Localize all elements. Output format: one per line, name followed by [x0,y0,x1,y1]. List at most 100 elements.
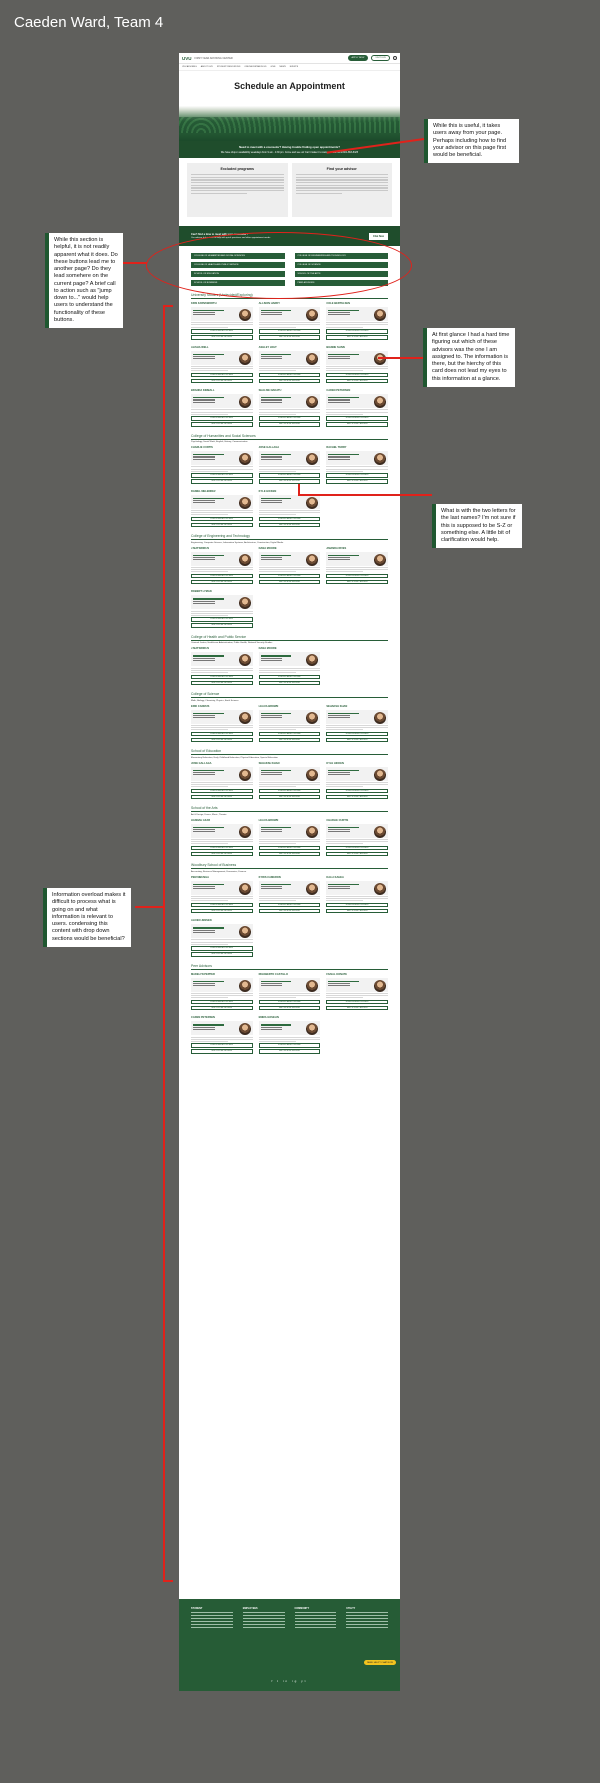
schedule-appointment-button[interactable]: SCHEDULE AN APPOINTMENT [326,416,388,421]
meet-with-me-button[interactable]: MEET WITH ME - ADVISING [191,851,253,857]
chat-now-button[interactable]: Chat Now [368,232,388,240]
meet-with-me-button[interactable]: MEET WITH ME - ADVISING [258,422,321,427]
visit-button[interactable]: VISIT UVU [371,55,390,61]
schedule-appointment-button[interactable]: SCHEDULE AN APPOINTMENT [326,845,388,851]
meet-with-me-button[interactable]: MEET WITH ME - ADVISING [326,908,388,914]
nav-item[interactable]: NEWS [280,66,286,68]
schedule-appointment-button[interactable]: SCHEDULE AN APPOINTMENT [191,902,253,908]
schedule-appointment-button[interactable]: SCHEDULE AN APPOINTMENT [258,674,321,679]
schedule-appointment-button[interactable]: SCHEDULE AN APPOINTMENT [326,902,388,908]
advisor-card: BRANDA KIMBALL SCHEDULE AN APPOINTMENT MEE… [191,389,253,427]
meet-with-me-button[interactable]: MEET WITH ME - ADVISING [326,422,388,427]
schedule-appointment-button[interactable]: SCHEDULE AN APPOINTMENT [258,999,321,1005]
nav-item[interactable]: GIVE [271,66,276,68]
meet-with-me-button[interactable]: MEET WITH ME - ADVISING [326,479,388,484]
schedule-appointment-button[interactable]: SCHEDULE AN APPOINTMENT [326,329,388,334]
schedule-appointment-button[interactable]: SCHEDULE AN APPOINTMENT [258,516,321,522]
excluded-programs-box: Excluded programs [187,163,288,217]
meet-with-me-button[interactable]: MEET WITH ME - ADVISING [191,680,253,685]
advisor-photo [238,979,251,992]
apply-button[interactable]: APPLY NOW [347,55,369,61]
advisor-photo [306,309,319,321]
schedule-appointment-button[interactable]: SCHEDULE AN APPOINTMENT [191,999,253,1005]
meet-with-me-button[interactable]: MEET WITH ME - ADVISING [191,378,253,384]
meet-with-me-button[interactable]: MEET WITH ME - ADVISING [191,522,253,528]
meet-with-me-button[interactable]: MEET WITH ME - ADVISING [191,422,253,427]
excluded-programs-title: Excluded programs [220,167,255,171]
search-icon[interactable] [393,56,397,60]
schedule-appointment-button[interactable]: SCHEDULE AN APPOINTMENT [326,999,388,1005]
meet-with-me-button[interactable]: MEET WITH ME - ADVISING [258,479,321,484]
meet-with-me-button[interactable]: MEET WITH ME - ADVISING [258,737,321,743]
meet-with-me-button[interactable]: MEET WITH ME - ADVISING [258,522,321,528]
meet-with-me-button[interactable]: MEET WITH ME - ADVISING [191,579,253,585]
advisor-photo [374,352,386,365]
schedule-appointment-button[interactable]: SCHEDULE AN APPOINTMENT [191,845,253,851]
schedule-appointment-button[interactable]: SCHEDULE AN APPOINTMENT [191,329,253,334]
schedule-appointment-button[interactable]: SCHEDULE AN APPOINTMENT [191,731,253,737]
nav-item[interactable]: ABOUT UVU [201,66,213,68]
meet-with-me-button[interactable]: MEET WITH ME - ADVISING [191,1005,253,1011]
schedule-appointment-button[interactable]: SCHEDULE AN APPOINTMENT [258,731,321,737]
meet-with-me-button[interactable]: MEET WITH ME - ADVISING [326,335,388,340]
schedule-appointment-button[interactable]: SCHEDULE AN APPOINTMENT [191,788,253,794]
meet-with-me-button[interactable]: MEET WITH ME - ADVISING [191,335,253,340]
schedule-appointment-button[interactable]: SCHEDULE AN APPOINTMENT [326,372,388,378]
meet-with-me-button[interactable]: MEET WITH ME - ADVISING [326,794,388,800]
schedule-appointment-button[interactable]: SCHEDULE AN APPOINTMENT [258,902,321,908]
nav-item[interactable]: EVENTS [290,66,298,68]
meet-with-me-button[interactable]: MEET WITH ME - ADVISING [191,908,253,914]
meet-with-me-button[interactable]: MEET WITH ME - ADVISING [326,851,388,857]
advisor-card: CADEN PETERSEN SCHEDULE AN APPOINTMENT MEE… [191,1016,253,1054]
uvu-logo[interactable]: UVU [182,56,192,61]
schedule-appointment-button[interactable]: SCHEDULE AN APPOINTMENT [258,845,321,851]
schedule-appointment-button[interactable]: SCHEDULE AN APPOINTMENT [191,372,253,378]
schedule-appointment-button[interactable]: SCHEDULE AN APPOINTMENT [258,1043,321,1048]
meet-with-me-button[interactable]: MEET WITH ME - ADVISING [326,378,388,384]
schedule-appointment-button[interactable]: SCHEDULE AN APPOINTMENT [191,674,253,679]
schedule-appointment-button[interactable]: SCHEDULE AN APPOINTMENT [191,416,253,421]
schedule-appointment-button[interactable]: SCHEDULE AN APPOINTMENT [191,516,253,522]
meet-with-me-button[interactable]: MEET WITH ME - ADVISING [258,794,321,800]
schedule-appointment-button[interactable]: SCHEDULE AN APPOINTMENT [191,617,253,622]
nav-item[interactable]: UVU ADVISING [182,66,197,68]
meet-with-me-button[interactable]: MEET WITH ME - ADVISING [326,579,388,585]
meet-with-me-button[interactable]: MEET WITH ME - ADVISING [258,851,321,857]
help-chat-button[interactable]: NEED HELP? CHAT NOW [364,1660,396,1665]
meet-with-me-button[interactable]: MEET WITH ME - ADVISING [191,1049,253,1054]
schedule-appointment-button[interactable]: SCHEDULE AN APPOINTMENT [326,731,388,737]
schedule-appointment-button[interactable]: SCHEDULE AN APPOINTMENT [191,473,253,478]
nav-item[interactable]: ONLINE/DISTANCE ED [244,66,266,68]
schedule-appointment-button[interactable]: SCHEDULE AN APPOINTMENT [258,473,321,478]
advisor-photo [306,1023,319,1036]
meet-with-me-button[interactable]: MEET WITH ME - ADVISING [258,335,321,340]
social-icons[interactable]: f t in ig yt [179,1679,400,1683]
schedule-appointment-button[interactable]: SCHEDULE AN APPOINTMENT [258,329,321,334]
schedule-appointment-button[interactable]: SCHEDULE AN APPOINTMENT [258,416,321,421]
meet-with-me-button[interactable]: MEET WITH ME - ADVISING [258,1049,321,1054]
schedule-appointment-button[interactable]: SCHEDULE AN APPOINTMENT [258,788,321,794]
nav-item[interactable]: STUDENT RESOURCES [217,66,241,68]
schedule-appointment-button[interactable]: SCHEDULE AN APPOINTMENT [258,573,321,579]
advisor-card: DANA MOORE SCHEDULE AN APPOINTMENT MEET WI… [258,647,321,685]
meet-with-me-button[interactable]: MEET WITH ME - ADVISING [191,952,253,957]
schedule-appointment-button[interactable]: SCHEDULE AN APPOINTMENT [326,788,388,794]
meet-with-me-button[interactable]: MEET WITH ME - ADVISING [191,794,253,800]
schedule-appointment-button[interactable]: SCHEDULE AN APPOINTMENT [191,946,253,951]
meet-with-me-button[interactable]: MEET WITH ME - ADVISING [326,737,388,743]
meet-with-me-button[interactable]: MEET WITH ME - ADVISING [258,378,321,384]
meet-with-me-button[interactable]: MEET WITH ME - ADVISING [191,737,253,743]
meet-with-me-button[interactable]: MEET WITH ME - ADVISING [191,623,253,628]
advisor-card: KRIS FARNSWORTH SCHEDULE AN APPOINTMENT ME… [191,302,253,340]
meet-with-me-button[interactable]: MEET WITH ME - ADVISING [258,908,321,914]
schedule-appointment-button[interactable]: SCHEDULE AN APPOINTMENT [258,372,321,378]
meet-with-me-button[interactable]: MEET WITH ME - ADVISING [258,579,321,585]
schedule-appointment-button[interactable]: SCHEDULE AN APPOINTMENT [326,473,388,478]
meet-with-me-button[interactable]: MEET WITH ME - ADVISING [258,1005,321,1011]
schedule-appointment-button[interactable]: SCHEDULE AN APPOINTMENT [191,1043,253,1048]
schedule-appointment-button[interactable]: SCHEDULE AN APPOINTMENT [191,573,253,579]
meet-with-me-button[interactable]: MEET WITH ME - ADVISING [191,479,253,484]
schedule-appointment-button[interactable]: SCHEDULE AN APPOINTMENT [326,573,388,579]
meet-with-me-button[interactable]: MEET WITH ME - ADVISING [258,680,321,685]
meet-with-me-button[interactable]: MEET WITH ME - ADVISING [326,1005,388,1011]
